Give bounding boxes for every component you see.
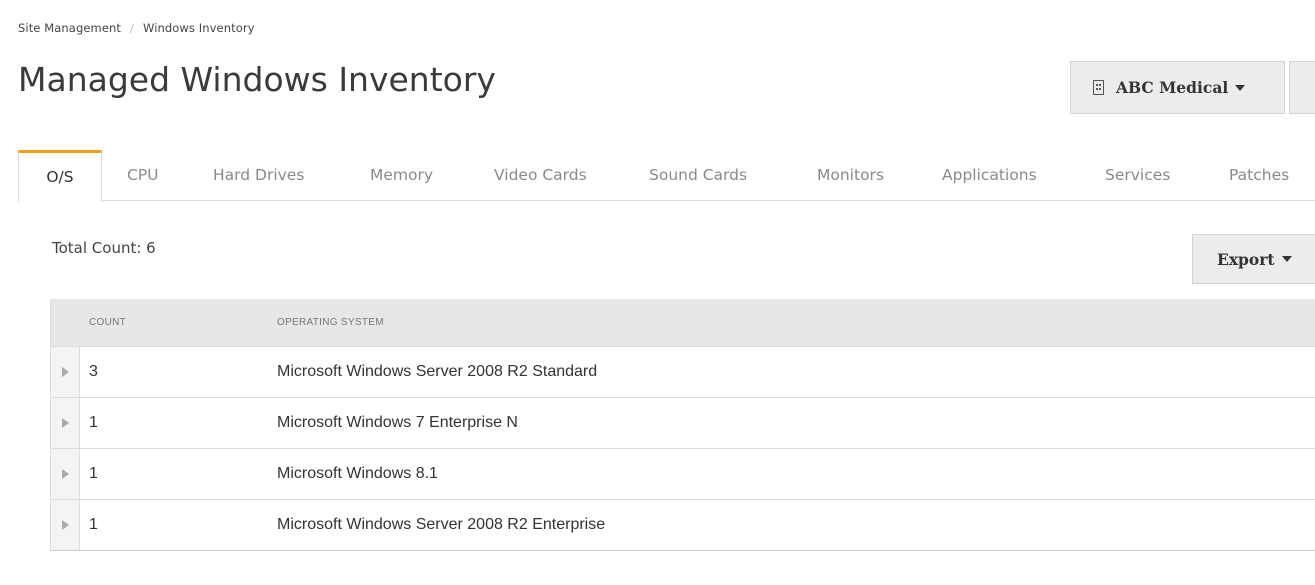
total-count: Total Count: 6 xyxy=(52,239,156,257)
table-row[interactable]: 3 Microsoft Windows Server 2008 R2 Stand… xyxy=(51,346,1315,397)
tab-applications[interactable]: Applications xyxy=(942,150,1037,201)
tab-sound-cards[interactable]: Sound Cards xyxy=(649,150,747,201)
expand-arrow-icon[interactable] xyxy=(62,367,69,377)
building-icon xyxy=(1093,80,1104,95)
cell-operating-system: Microsoft Windows 7 Enterprise N xyxy=(277,414,518,431)
column-header-operating-system[interactable]: OPERATING SYSTEM xyxy=(277,299,384,346)
column-header-count[interactable]: COUNT xyxy=(89,299,126,346)
caret-down-icon xyxy=(1281,256,1292,262)
row-expander-cell[interactable] xyxy=(51,449,80,499)
breadcrumb-item-site-management[interactable]: Site Management xyxy=(18,21,121,35)
breadcrumb-separator: / xyxy=(130,21,134,35)
tab-monitors[interactable]: Monitors xyxy=(817,150,884,201)
tab-hard-drives[interactable]: Hard Drives xyxy=(213,150,304,201)
row-expander-cell[interactable] xyxy=(51,347,80,397)
tab-memory[interactable]: Memory xyxy=(370,150,433,201)
cell-count: 1 xyxy=(89,414,98,431)
expand-arrow-icon[interactable] xyxy=(62,520,69,530)
expand-arrow-icon[interactable] xyxy=(62,418,69,428)
caret-down-icon xyxy=(1235,84,1246,91)
table-row[interactable]: 1 Microsoft Windows 8.1 xyxy=(51,448,1315,499)
table-row[interactable]: 1 Microsoft Windows Server 2008 R2 Enter… xyxy=(51,499,1315,550)
site-selector-button[interactable]: ABC Medical xyxy=(1070,61,1285,114)
tab-services[interactable]: Services xyxy=(1105,150,1170,201)
row-expander-cell[interactable] xyxy=(51,398,80,448)
cell-operating-system: Microsoft Windows Server 2008 R2 Standar… xyxy=(277,363,598,380)
tab-patches[interactable]: Patches xyxy=(1229,150,1289,201)
site-action-button[interactable] xyxy=(1289,61,1315,114)
export-button[interactable]: Export xyxy=(1192,234,1315,284)
grid-header: COUNT OPERATING SYSTEM xyxy=(51,299,1315,346)
expand-arrow-icon[interactable] xyxy=(62,469,69,479)
breadcrumb-item-windows-inventory: Windows Inventory xyxy=(142,21,255,35)
export-label: Export xyxy=(1217,249,1275,269)
tab-cpu[interactable]: CPU xyxy=(127,150,159,201)
inventory-tabs: O/S CPU Hard Drives Memory Video Cards S… xyxy=(18,150,1315,202)
table-row[interactable]: 1 Microsoft Windows 7 Enterprise N xyxy=(51,397,1315,448)
cell-count: 1 xyxy=(89,465,98,482)
site-selector-label: ABC Medical xyxy=(1116,78,1229,97)
breadcrumb: Site Management / Windows Inventory xyxy=(18,21,255,35)
cell-count: 3 xyxy=(89,363,98,380)
tab-video-cards[interactable]: Video Cards xyxy=(494,150,587,201)
row-expander-cell[interactable] xyxy=(51,500,80,550)
os-grid: COUNT OPERATING SYSTEM 3 Microsoft Windo… xyxy=(50,299,1315,551)
cell-operating-system: Microsoft Windows Server 2008 R2 Enterpr… xyxy=(277,516,606,533)
cell-operating-system: Microsoft Windows 8.1 xyxy=(277,465,438,482)
cell-count: 1 xyxy=(89,516,98,533)
page-title: Managed Windows Inventory xyxy=(18,60,496,99)
tab-os[interactable]: O/S xyxy=(18,150,102,202)
